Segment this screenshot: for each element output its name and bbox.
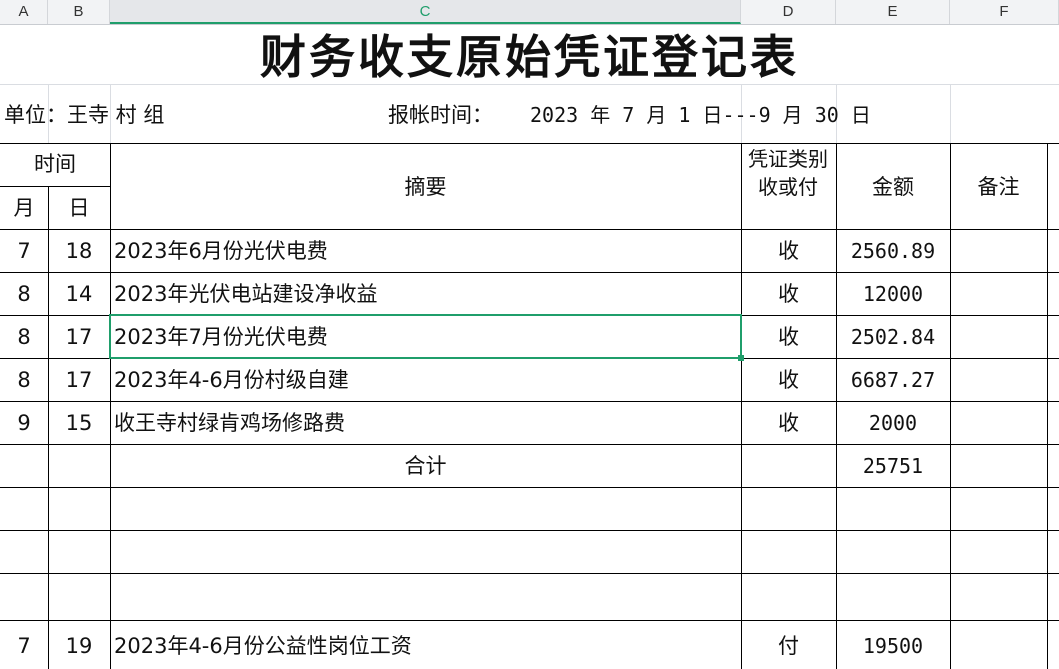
header-amount[interactable]: 金额 bbox=[836, 166, 950, 208]
cell-day[interactable]: 18 bbox=[48, 230, 110, 272]
cell-month[interactable]: 7 bbox=[0, 230, 48, 272]
column-header-a[interactable]: A bbox=[0, 0, 48, 24]
cell-type[interactable]: 收 bbox=[741, 359, 836, 401]
table-border bbox=[0, 620, 1059, 621]
cell-type[interactable]: 收 bbox=[741, 402, 836, 444]
header-remark[interactable]: 备注 bbox=[950, 166, 1047, 208]
cell-amount[interactable]: 2502.84 bbox=[836, 316, 950, 358]
column-header-b[interactable]: B bbox=[48, 0, 110, 24]
header-voucher-type[interactable]: 凭证类别收或付 bbox=[744, 145, 832, 201]
cell-day[interactable]: 17 bbox=[48, 316, 110, 358]
cell-month[interactable]: 7 bbox=[0, 625, 48, 667]
period-value[interactable]: 2023 年 7 月 1 日---9 月 30 日 bbox=[530, 94, 871, 136]
cell-type[interactable]: 收 bbox=[741, 273, 836, 315]
cell-amount[interactable]: 19500 bbox=[836, 625, 950, 667]
total-amount[interactable]: 25751 bbox=[836, 445, 950, 487]
cell-type[interactable]: 收 bbox=[741, 316, 836, 358]
cell-day[interactable]: 17 bbox=[48, 359, 110, 401]
cell-type[interactable]: 收 bbox=[741, 230, 836, 272]
cell-month[interactable]: 8 bbox=[0, 273, 48, 315]
header-month[interactable]: 月 bbox=[0, 187, 48, 229]
cell-month[interactable]: 8 bbox=[0, 316, 48, 358]
table-border bbox=[0, 530, 1059, 531]
unit-label[interactable]: 单位：王寺 村 组 bbox=[4, 94, 164, 136]
cell-summary[interactable]: 2023年6月份光伏电费 bbox=[114, 230, 328, 272]
table-border bbox=[0, 487, 1059, 488]
cell-day[interactable]: 19 bbox=[48, 625, 110, 667]
cell-summary[interactable]: 2023年4-6月份村级自建 bbox=[114, 359, 349, 401]
table-border bbox=[0, 143, 1059, 144]
period-label[interactable]: 报帐时间： bbox=[388, 94, 493, 136]
column-header-e[interactable]: E bbox=[836, 0, 950, 24]
cell-summary[interactable]: 收王寺村绿肯鸡场修路费 bbox=[114, 402, 345, 444]
total-label[interactable]: 合计 bbox=[110, 445, 741, 487]
table-border bbox=[0, 573, 1059, 574]
column-header-c[interactable]: C bbox=[110, 0, 741, 24]
table-border bbox=[1047, 143, 1048, 669]
cell-amount[interactable]: 2560.89 bbox=[836, 230, 950, 272]
cell-amount[interactable]: 2000 bbox=[836, 402, 950, 444]
cell-summary[interactable]: 2023年4-6月份公益性岗位工资 bbox=[114, 625, 412, 667]
column-header-d[interactable]: D bbox=[741, 0, 836, 24]
table-border bbox=[950, 143, 951, 669]
column-header-f[interactable]: F bbox=[950, 0, 1059, 24]
cell-day[interactable]: 14 bbox=[48, 273, 110, 315]
table-border bbox=[110, 143, 111, 669]
header-summary[interactable]: 摘要 bbox=[110, 166, 741, 208]
header-time[interactable]: 时间 bbox=[0, 143, 110, 185]
active-cell-border[interactable] bbox=[109, 314, 742, 359]
cell-type[interactable]: 付 bbox=[741, 625, 836, 667]
fill-handle[interactable] bbox=[738, 355, 744, 361]
header-day[interactable]: 日 bbox=[48, 187, 110, 229]
gridline bbox=[950, 84, 951, 144]
cell-day[interactable]: 15 bbox=[48, 402, 110, 444]
cell-summary[interactable]: 2023年光伏电站建设净收益 bbox=[114, 273, 377, 315]
cell-month[interactable]: 9 bbox=[0, 402, 48, 444]
cell-month[interactable]: 8 bbox=[0, 359, 48, 401]
cell-amount[interactable]: 6687.27 bbox=[836, 359, 950, 401]
sheet-title[interactable]: 财务收支原始凭证登记表 bbox=[0, 26, 1059, 88]
column-header-bar: A B C D E F bbox=[0, 0, 1059, 25]
cell-amount[interactable]: 12000 bbox=[836, 273, 950, 315]
